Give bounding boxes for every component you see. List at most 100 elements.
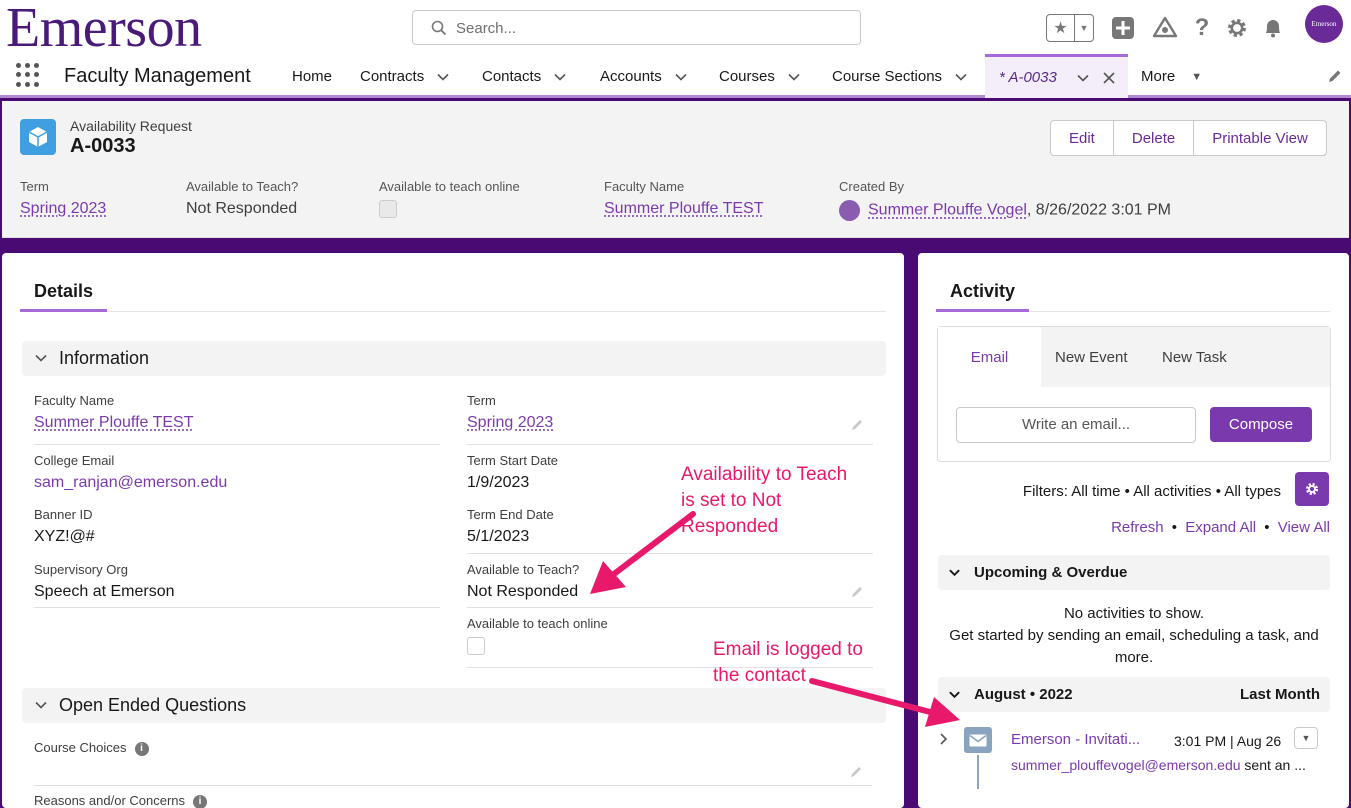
section-august-2022[interactable]: August • 2022 Last Month <box>938 677 1330 712</box>
edit-nav-icon[interactable] <box>1327 68 1343 84</box>
tab-details[interactable]: Details <box>20 281 108 312</box>
help-icon[interactable]: ? <box>1189 14 1215 42</box>
college-email-link[interactable]: sam_ranjan@emerson.edu <box>34 474 440 492</box>
highlight-available-online: Available to teach online <box>379 179 520 223</box>
gear-icon[interactable] <box>1224 14 1250 42</box>
chevron-down-icon <box>949 569 960 577</box>
nav-item-contacts[interactable]: Contacts <box>482 68 567 85</box>
field-label: Available to Teach? <box>467 562 580 577</box>
write-email-input[interactable]: Write an email... <box>956 407 1196 443</box>
details-tabset: Details <box>20 281 886 312</box>
field-reasons-concerns: Reasons and/or Concerns i <box>34 793 872 808</box>
field-label: Supervisory Org <box>34 562 128 577</box>
separator: • <box>1171 519 1178 536</box>
pencil-icon[interactable] <box>851 584 865 598</box>
creator-link[interactable]: Summer Plouffe Vogel <box>868 202 1027 219</box>
field-label: College Email <box>34 453 115 468</box>
add-icon[interactable] <box>1110 14 1136 42</box>
tab-record-a-0033[interactable]: * A-0033 <box>985 54 1128 98</box>
favorites-button[interactable]: ★ ▼ <box>1046 14 1094 42</box>
printable-view-button[interactable]: Printable View <box>1194 121 1326 155</box>
chevron-down-icon <box>35 354 47 362</box>
nav-item-label: Courses <box>719 68 775 85</box>
trailhead-icon[interactable] <box>1152 14 1178 42</box>
item-actions-dropdown[interactable]: ▼ <box>1294 727 1318 749</box>
expand-all-link[interactable]: Expand All <box>1185 519 1256 536</box>
chevron-down-icon[interactable] <box>436 70 450 84</box>
composer-tabs: Email New Event New Task <box>938 327 1330 387</box>
section-open-ended-questions[interactable]: Open Ended Questions <box>22 688 886 723</box>
email-subject-link[interactable]: Emerson - Invitati... <box>1011 731 1140 748</box>
term-link[interactable]: Spring 2023 <box>467 414 553 431</box>
field-college-email: College Email sam_ranjan@emerson.edu <box>34 453 440 500</box>
nav-item-courses[interactable]: Courses <box>719 68 801 85</box>
star-icon[interactable]: ★ <box>1047 15 1075 41</box>
nav-item-contracts[interactable]: Contracts <box>360 68 450 85</box>
faculty-name-link[interactable]: Summer Plouffe TEST <box>34 414 193 431</box>
tab-activity[interactable]: Activity <box>936 281 1030 312</box>
email-timestamp: 3:01 PM | Aug 26 <box>1174 733 1282 749</box>
timeline-email-item: Emerson - Invitati... 3:01 PM | Aug 26 ▼… <box>938 727 1330 807</box>
tab-email[interactable]: Email <box>938 327 1041 387</box>
email-summary: sent an ... <box>1240 757 1306 773</box>
info-icon[interactable]: i <box>193 794 208 808</box>
chevron-down-icon[interactable] <box>787 70 801 84</box>
field-value: XYZ!@# <box>34 528 95 545</box>
field-available-to-teach: Available to Teach? Not Responded <box>467 562 873 608</box>
field-supervisory-org: Supervisory Org Speech at Emerson <box>34 562 440 608</box>
section-title: Upcoming & Overdue <box>974 564 1128 581</box>
field-label: Banner ID <box>34 507 93 522</box>
tab-new-event[interactable]: New Event <box>1055 327 1128 387</box>
section-title: Open Ended Questions <box>59 695 247 715</box>
app-launcher-icon[interactable] <box>16 63 40 87</box>
app-navigation: Faculty Management Home Contracts Contac… <box>0 54 1351 98</box>
record-title: A-0033 <box>70 135 136 157</box>
emerson-logo[interactable]: Emerson <box>6 0 202 56</box>
section-information[interactable]: Information <box>22 341 886 376</box>
bell-icon[interactable] <box>1260 14 1286 42</box>
nav-item-accounts[interactable]: Accounts <box>600 68 688 85</box>
search-input[interactable] <box>456 17 846 39</box>
chevron-down-icon[interactable] <box>954 70 968 84</box>
view-all-link[interactable]: View All <box>1278 519 1330 536</box>
compose-button[interactable]: Compose <box>1210 407 1312 442</box>
gear-icon <box>1306 483 1318 495</box>
chevron-down-icon[interactable] <box>553 70 567 84</box>
annotation-line: the contact <box>713 665 806 686</box>
user-avatar[interactable]: Emerson <box>1305 5 1343 43</box>
edit-button[interactable]: Edit <box>1051 121 1114 155</box>
field-course-choices: Course Choices i <box>34 740 872 786</box>
annotation-line: Availability to Teach <box>681 464 848 485</box>
global-header: Emerson ★ ▼ ? Emerson <box>0 0 1351 56</box>
pencil-icon[interactable] <box>850 764 864 778</box>
pencil-icon[interactable] <box>851 417 865 431</box>
activity-tabset: Activity <box>936 281 1330 312</box>
field-label: Term <box>467 393 496 408</box>
faculty-link[interactable]: Summer Plouffe TEST <box>604 200 763 217</box>
field-label: Faculty Name <box>34 393 115 408</box>
tab-new-task[interactable]: New Task <box>1162 327 1227 387</box>
term-link[interactable]: Spring 2023 <box>20 200 106 217</box>
field-faculty-name: Faculty Name Summer Plouffe TEST <box>34 393 440 445</box>
highlight-created-by: Created By Summer Plouffe Vogel, 8/26/20… <box>839 179 1171 221</box>
chevron-right-icon[interactable] <box>938 733 950 745</box>
sender-link[interactable]: summer_plouffevogel@emerson.edu <box>1011 757 1241 773</box>
email-icon <box>964 727 992 753</box>
nav-item-label: Course Sections <box>832 68 943 85</box>
global-search[interactable] <box>412 10 861 45</box>
nav-item-course-sections[interactable]: Course Sections <box>832 68 968 85</box>
chevron-down-icon[interactable]: ▼ <box>1075 15 1093 41</box>
refresh-link[interactable]: Refresh <box>1111 519 1164 536</box>
chevron-down-icon[interactable] <box>674 70 688 84</box>
chevron-down-icon[interactable] <box>1076 71 1090 85</box>
nav-item-label: Contacts <box>482 68 542 85</box>
filter-settings-button[interactable] <box>1295 472 1329 506</box>
section-upcoming-overdue[interactable]: Upcoming & Overdue <box>938 555 1330 590</box>
info-icon[interactable]: i <box>134 741 149 756</box>
close-icon[interactable] <box>1102 71 1116 85</box>
delete-button[interactable]: Delete <box>1114 121 1195 155</box>
nav-item-home[interactable]: Home <box>292 68 332 85</box>
nav-item-more[interactable]: More ▼ <box>1141 68 1202 85</box>
chevron-down-icon <box>949 691 960 699</box>
highlight-faculty-name: Faculty Name Summer Plouffe TEST <box>604 179 763 218</box>
